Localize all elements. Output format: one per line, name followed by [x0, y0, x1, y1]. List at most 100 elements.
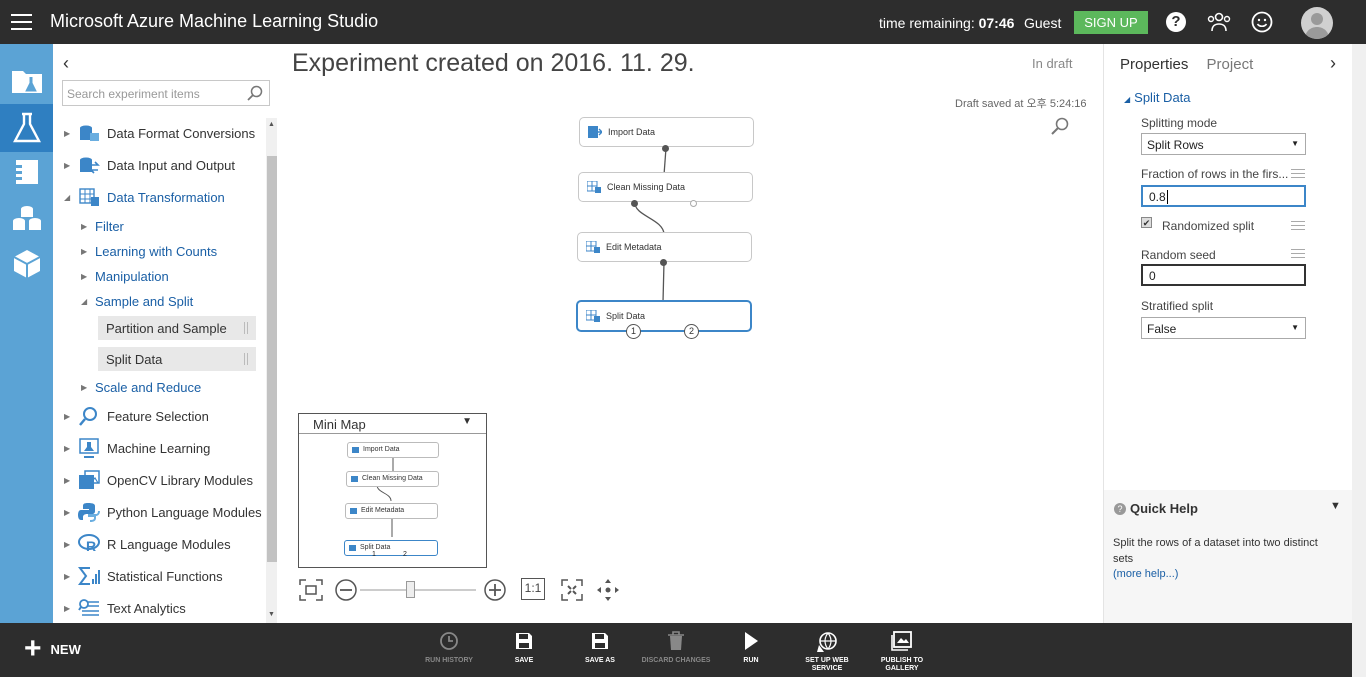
text-cursor: [1166, 190, 1168, 204]
fraction-input[interactable]: 0.8: [1141, 185, 1306, 207]
tree-item-data-input-and-output[interactable]: ▶ Data Input and Output: [64, 153, 235, 177]
mini-module-split-data: Split Data: [344, 540, 438, 556]
tree-item-data-format-conversions[interactable]: ▶ Data Format Conversions: [64, 121, 255, 145]
tree-item-machine-learning[interactable]: ▶ Machine Learning: [64, 436, 210, 460]
set-up-web-service-button[interactable]: SET UP WEB SERVICE: [792, 631, 862, 673]
zoom-slider[interactable]: [360, 589, 476, 591]
parameter-menu-icon[interactable]: [1291, 249, 1305, 259]
output-port-2[interactable]: 2: [684, 324, 699, 339]
tree-item-scale-and-reduce[interactable]: ▶ Scale and Reduce: [81, 375, 201, 399]
module-split-data[interactable]: Split Data: [98, 347, 256, 371]
output-port-1[interactable]: 1: [626, 324, 641, 339]
save-as-button[interactable]: SAVE AS: [565, 631, 635, 665]
feedback-smiley-icon[interactable]: [1251, 11, 1273, 33]
tree-item-data-transformation[interactable]: ◢ Data Transformation: [64, 185, 225, 209]
trash-icon: [668, 631, 684, 650]
tree-item-manipulation[interactable]: ▶ Manipulation: [81, 264, 169, 288]
stratified-split-value: False: [1147, 322, 1177, 336]
tab-properties[interactable]: Properties: [1120, 56, 1188, 73]
community-icon[interactable]: [1207, 12, 1231, 32]
top-bar: Microsoft Azure Machine Learning Studio …: [0, 0, 1366, 44]
stratified-split-select[interactable]: False ▼: [1141, 317, 1306, 339]
new-button[interactable]: + NEW: [24, 634, 81, 664]
fit-to-screen-icon[interactable]: [298, 578, 324, 602]
tree-item-opencv-library-modules[interactable]: ▶ OpenCV Library Modules: [64, 468, 253, 492]
zoom-to-selection-icon[interactable]: [560, 578, 584, 602]
properties-section-header[interactable]: ◢ Split Data: [1124, 90, 1191, 105]
scroll-up-arrow-icon[interactable]: ▲: [268, 121, 275, 128]
save-button[interactable]: SAVE: [489, 631, 559, 665]
command-label: RUN HISTORY: [425, 657, 473, 664]
search-icon[interactable]: [247, 85, 263, 101]
output-port[interactable]: [631, 200, 638, 207]
drag-handle-icon[interactable]: [244, 353, 248, 365]
avatar[interactable]: [1301, 7, 1333, 39]
tree-item-text-analytics[interactable]: ▶ Text Analytics: [64, 596, 186, 620]
zoom-slider-thumb[interactable]: [406, 581, 415, 598]
palette-scrollbar[interactable]: ▲ ▼: [266, 118, 277, 623]
tree-item-feature-selection[interactable]: ▶ Feature Selection: [64, 404, 209, 428]
actual-size-button[interactable]: 1:1: [521, 578, 545, 600]
scroll-thumb[interactable]: [267, 156, 277, 562]
search-input[interactable]: Search experiment items: [62, 80, 270, 106]
expand-icon: ▶: [64, 475, 71, 485]
output-port[interactable]: [660, 259, 667, 266]
discard-changes-button[interactable]: DISCARD CHANGES: [641, 631, 711, 665]
machine-learning-icon: [79, 438, 99, 458]
randomized-split-label: Randomized split: [1162, 219, 1255, 233]
mini-module-icon: [349, 545, 356, 551]
run-history-button[interactable]: RUN HISTORY: [414, 631, 484, 665]
tree-item-r-language-modules[interactable]: ▶ R R Language Modules: [64, 532, 231, 556]
mini-map[interactable]: Mini Map ▼ Import Data Clean Missing Dat…: [298, 413, 487, 568]
tree-item-python-language-modules[interactable]: ▶ Python Language Modules: [64, 500, 262, 524]
command-label: PUBLISH TO GALLERY: [880, 657, 924, 672]
random-seed-input[interactable]: 0: [1141, 264, 1306, 286]
sign-up-button[interactable]: SIGN UP: [1074, 11, 1148, 34]
drag-handle-icon[interactable]: [244, 322, 248, 334]
module-edit-metadata[interactable]: Edit Metadata: [577, 232, 752, 262]
mini-module-icon: [350, 508, 357, 514]
zoom-in-icon[interactable]: [483, 578, 507, 602]
module-partition-and-sample[interactable]: Partition and Sample: [98, 316, 256, 340]
save-icon: [516, 633, 532, 649]
collapse-palette-button[interactable]: ‹: [63, 53, 69, 74]
transform-grid-icon: [586, 241, 600, 253]
time-remaining: time remaining: 07:46: [879, 15, 1014, 31]
output-port[interactable]: [690, 200, 697, 207]
tree-item-filter[interactable]: ▶ Filter: [81, 214, 124, 238]
splitting-mode-select[interactable]: Split Rows ▼: [1141, 133, 1306, 155]
zoom-out-icon[interactable]: [334, 578, 358, 602]
hamburger-menu-icon[interactable]: [11, 14, 32, 30]
collapse-properties-button[interactable]: ›: [1330, 53, 1336, 74]
more-help-link[interactable]: (more help...): [1113, 568, 1178, 580]
text-analytics-icon: [78, 599, 99, 616]
expand-icon: ▶: [64, 160, 71, 170]
page-scrollbar[interactable]: [1352, 44, 1366, 677]
publish-to-gallery-button[interactable]: PUBLISH TO GALLERY: [867, 631, 937, 673]
pan-move-icon[interactable]: [596, 578, 620, 602]
experiment-canvas[interactable]: Experiment created on 2016. 11. 29. In d…: [280, 44, 1103, 623]
randomized-split-checkbox[interactable]: ✔: [1141, 217, 1152, 228]
tree-item-statistical-functions[interactable]: ▶ Statistical Functions: [64, 564, 223, 588]
parameter-menu-icon[interactable]: [1291, 221, 1305, 231]
rail-projects[interactable]: [0, 56, 53, 104]
module-import-data[interactable]: Import Data: [579, 117, 754, 147]
rail-experiments[interactable]: [0, 104, 53, 152]
help-icon[interactable]: ?: [1166, 12, 1186, 32]
output-port[interactable]: [662, 145, 669, 152]
tab-project[interactable]: Project: [1207, 56, 1254, 73]
rail-web-services[interactable]: [0, 148, 53, 196]
tree-item-learning-with-counts[interactable]: ▶ Learning with Counts: [81, 239, 217, 263]
tree-item-sample-and-split[interactable]: ◢ Sample and Split: [81, 289, 193, 313]
chevron-down-icon[interactable]: ▼: [1330, 500, 1341, 512]
avatar-person-icon: [1305, 13, 1329, 39]
rail-datasets[interactable]: [0, 194, 53, 242]
module-clean-missing-data[interactable]: Clean Missing Data: [578, 172, 753, 202]
mini-module-edit-metadata: Edit Metadata: [345, 503, 438, 519]
module-split-data[interactable]: Split Data: [576, 300, 752, 332]
rail-trained-models[interactable]: [0, 240, 53, 288]
expand-icon: ▶: [64, 411, 71, 421]
run-button[interactable]: RUN: [716, 631, 786, 665]
parameter-menu-icon[interactable]: [1291, 169, 1305, 179]
scroll-down-arrow-icon[interactable]: ▼: [268, 611, 275, 618]
